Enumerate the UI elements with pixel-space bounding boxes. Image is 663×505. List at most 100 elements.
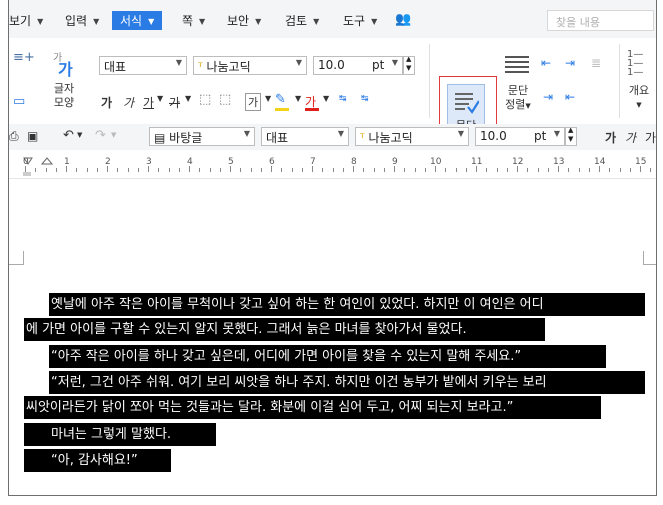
increase-indent-icon[interactable]: ⇤ (565, 90, 575, 104)
page-corner-mark (23, 251, 24, 265)
ruler-tick (96, 168, 98, 172)
menu-review[interactable]: 검토 ▼ (285, 12, 319, 30)
selected-text-line[interactable]: 씨앗이라든가 닭이 쪼아 먹는 것들과는 달라. 화분에 이걸 심어 두고, 어… (24, 396, 601, 419)
chevron-down-icon: ▼ (175, 58, 182, 67)
selected-text-line[interactable]: 옛날에 아주 작은 아이를 무척이나 갖고 싶어 하는 한 여인이 있었다. 하… (49, 293, 645, 316)
italic-button-2[interactable]: 가 (625, 129, 636, 146)
ruler-tick (486, 168, 488, 172)
marker-pen-icon[interactable]: ✎ (275, 92, 286, 107)
image-icon[interactable]: ▭ (13, 94, 25, 109)
line-spacing-icon[interactable]: ≣ (591, 56, 601, 70)
chevron-down-icon: ▼ (37, 17, 44, 26)
selected-text-line[interactable]: “아, 감사해요!” (24, 449, 171, 472)
chevron-down-icon: ▼ (457, 129, 464, 138)
undo-icon[interactable]: ↶ (63, 128, 74, 143)
ruler-tick (260, 168, 262, 172)
char-shape-icon[interactable]: 가가 (51, 50, 79, 79)
border-icon[interactable]: ⬚ (199, 92, 211, 107)
left-margin-marker[interactable] (23, 172, 31, 176)
selected-text-line[interactable]: “저런, 그건 아주 쉬워. 여기 보리 씨앗을 하나 주지. 하지만 이건 농… (49, 371, 645, 394)
ruler[interactable]: 0 1 2 3 4 5 6 7 8 9 10 11 12 13 14 15 (9, 150, 656, 179)
menu-page[interactable]: 쪽 ▼ (182, 12, 205, 30)
document-area[interactable]: 옛날에 아주 작은 아이를 무척이나 갖고 싶어 하는 한 여인이 있었다. 하… (9, 179, 656, 495)
insert-icon[interactable]: ≡+ (13, 50, 35, 65)
bold-button-2[interactable]: 가 (605, 129, 616, 146)
chevron-down-icon[interactable]: ▼ (265, 94, 271, 103)
chevron-down-icon[interactable]: ▼ (157, 94, 163, 103)
font-size-stepper[interactable]: ▲ ▼ (403, 56, 415, 75)
outline-icon[interactable]: 1— 1— 1— (627, 50, 643, 78)
selected-text-line[interactable]: “아주 작은 아이를 하나 갖고 싶은데, 어디에 가면 아이를 찾을 수 있는… (49, 345, 606, 368)
chevron-down-icon: ▼ (199, 17, 206, 26)
selected-text-line[interactable]: 마녀는 그렇게 말했다. (24, 423, 216, 446)
font-select-2[interactable]: ᵀ 나눔고딕 ▼ (355, 127, 469, 146)
paragraph-align-label[interactable]: 문단 정렬▼ (503, 84, 533, 113)
marker-color-bar (275, 108, 289, 111)
chevron-down-icon: ▼ (243, 129, 250, 138)
ruler-tick (240, 168, 242, 172)
ruler-tick (209, 168, 211, 172)
menu-security[interactable]: 보안 ▼ (227, 12, 261, 30)
ruler-tick (537, 168, 539, 172)
chevron-down-icon[interactable]: ▼ (77, 131, 82, 139)
bold-button[interactable]: 가 (101, 94, 112, 111)
up-icon: ▲ (406, 56, 412, 63)
menu-tools[interactable]: 도구 ▼ (343, 12, 377, 30)
ruler-tick (445, 168, 447, 172)
font-size-stepper-2[interactable]: ▲ ▼ (565, 127, 577, 146)
menu-input[interactable]: 입력 ▼ (65, 12, 99, 30)
print-icon[interactable]: ⎙ (9, 129, 19, 144)
justify-icon[interactable] (505, 56, 529, 74)
ruler-tick (35, 168, 37, 172)
chevron-down-icon: ▼ (295, 58, 302, 67)
ruler-tick (363, 168, 365, 172)
indent-right-icon[interactable]: ⇥ (565, 56, 575, 70)
italic-button[interactable]: 가 (123, 94, 134, 111)
chevron-down-icon[interactable]: ▼ (323, 94, 329, 103)
ruler-tick (353, 166, 354, 172)
indent-marker[interactable] (40, 154, 54, 168)
ruler-tick (301, 168, 303, 172)
underline-button-2[interactable]: 가 (645, 129, 656, 146)
chevron-down-icon: ▼ (255, 17, 262, 26)
ruler-tick (404, 168, 406, 172)
ruler-tick (291, 168, 293, 172)
ruler-tick (322, 168, 324, 172)
ruler-tick (599, 166, 600, 172)
ruler-tick (455, 168, 457, 172)
decrease-indent-icon[interactable]: ⇥ (543, 90, 553, 104)
people-icon[interactable]: 👥 (395, 12, 411, 27)
chevron-down-icon[interactable]: ▼ (295, 94, 301, 103)
find-input[interactable]: 찾을 내용 (547, 10, 654, 31)
outline-label[interactable]: 개요 ▼ (623, 84, 655, 112)
table-border-icon[interactable]: ⬚ (219, 92, 231, 107)
char-box-button[interactable]: 가 (245, 93, 262, 111)
save-icon[interactable]: ▣ (27, 129, 38, 143)
ruler-tick (178, 168, 180, 172)
chevron-down-icon: ▼ (371, 17, 378, 26)
chevron-down-icon[interactable]: ▼ (111, 131, 116, 139)
ribbon: ≡+ ▭ 가가 글자 모양 대표 ▼ ᵀ 나눔고딕 ▼ 10.0 pt ▼ ▲ ▼ 가 가 … (9, 38, 656, 170)
ruler-tick (199, 168, 201, 172)
char-shape-label[interactable]: 글자 모양 (49, 82, 79, 110)
char-spacing-narrow-icon[interactable]: ↹ (339, 94, 347, 104)
ruler-tick (117, 168, 119, 172)
underline-button[interactable]: 가 (143, 94, 154, 111)
font-select[interactable]: ᵀ 나눔고딕 ▼ (193, 56, 307, 75)
chevron-down-icon: ▼ (337, 129, 344, 138)
chevron-down-icon: ▼ (391, 58, 398, 67)
font-size-select-2[interactable]: 10.0 pt ▼ (475, 127, 565, 146)
strike-button[interactable]: 가 (169, 94, 180, 111)
style-select-2[interactable]: 대표 ▼ (261, 127, 349, 146)
menu-format[interactable]: 서식 ▼ (112, 11, 163, 30)
selected-text-line[interactable]: 에 가면 아이를 구할 수 있는지 알지 못했다. 그래서 늙은 마녀를 찾아가… (24, 318, 545, 341)
menu-view[interactable]: 보기 ▼ (9, 12, 43, 30)
style-select[interactable]: 대표 ▼ (99, 56, 187, 75)
ruler-tick (465, 168, 467, 172)
paragraph-style-select[interactable]: ▤ 바탕글 ▼ (149, 127, 255, 146)
chevron-down-icon[interactable]: ▼ (185, 94, 191, 103)
redo-icon[interactable]: ↷ (95, 128, 106, 143)
font-size-select[interactable]: 10.0 pt ▼ (313, 56, 403, 75)
char-spacing-wide-icon[interactable]: ↹ (361, 94, 369, 104)
indent-left-icon[interactable]: ⇤ (541, 56, 551, 70)
